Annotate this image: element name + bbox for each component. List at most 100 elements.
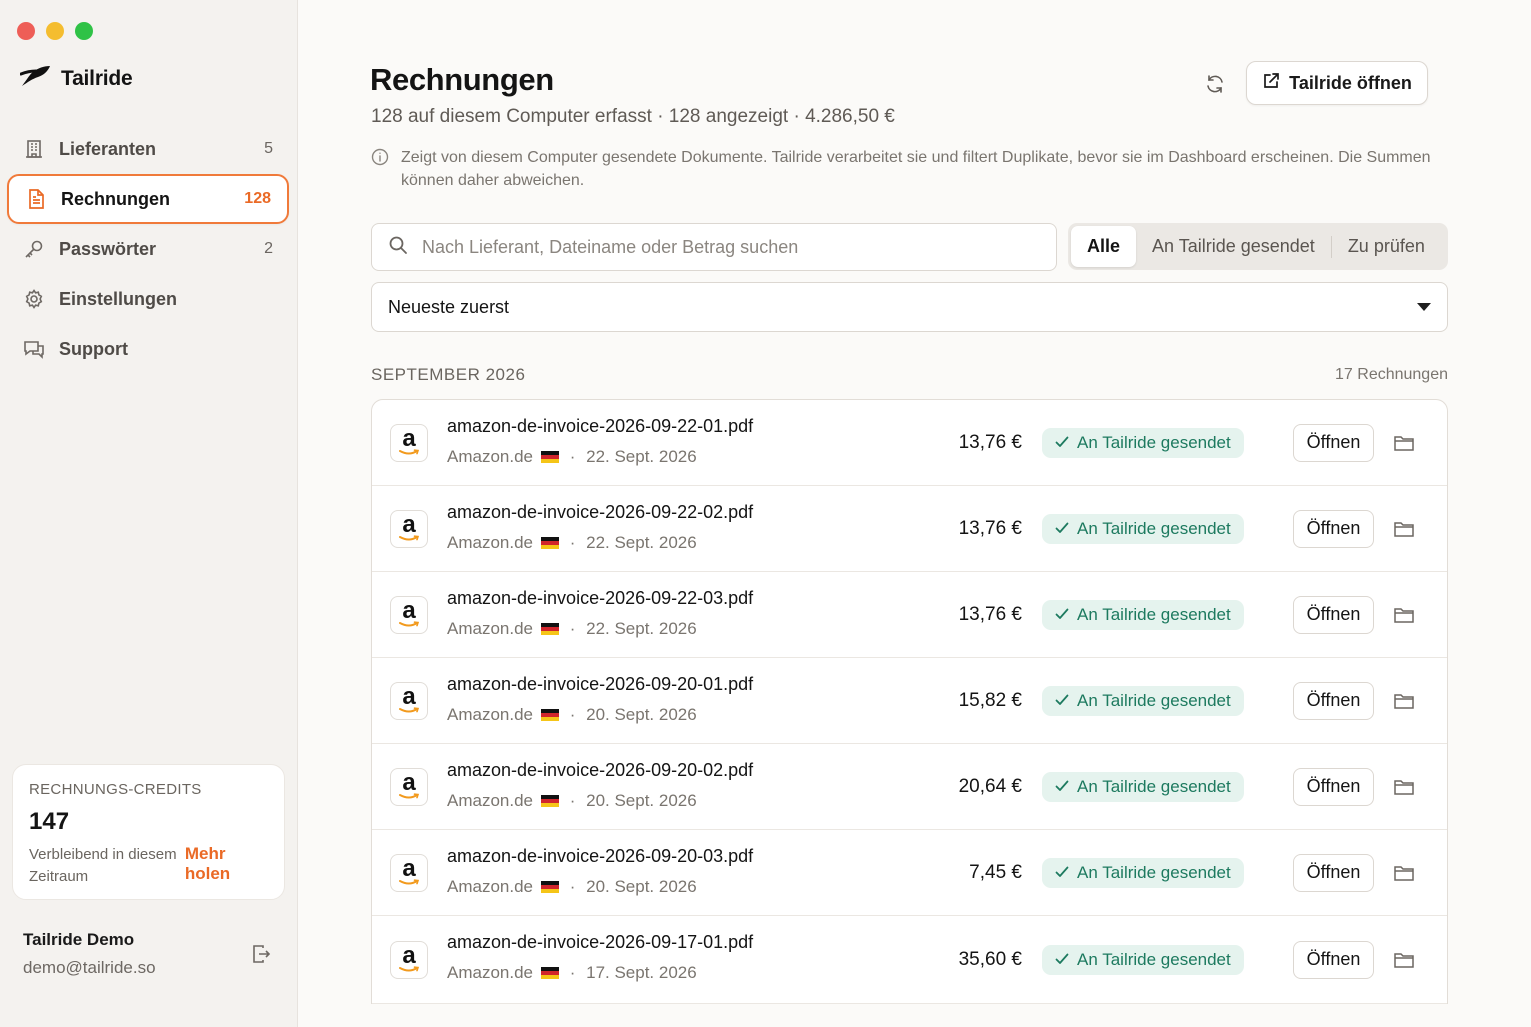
filter-all-tab[interactable]: Alle xyxy=(1071,226,1137,267)
search-input[interactable] xyxy=(422,236,1056,258)
chat-icon xyxy=(23,338,45,360)
folder-icon[interactable] xyxy=(1393,862,1415,884)
invoice-row[interactable]: a amazon-de-invoice-2026-09-22-01.pdf Am… xyxy=(372,400,1447,486)
germany-flag-icon xyxy=(541,709,559,721)
invoice-filename: amazon-de-invoice-2026-09-22-02.pdf xyxy=(447,502,754,522)
folder-icon[interactable] xyxy=(1393,518,1415,540)
key-icon xyxy=(23,238,45,260)
main-content: Rechnungen 128 auf diesem Computer erfas… xyxy=(299,0,1531,1027)
user-name: Tailride Demo xyxy=(23,930,135,949)
folder-icon[interactable] xyxy=(1393,690,1415,712)
status-label: An Tailride gesendet xyxy=(1077,604,1231,624)
open-tailride-label: Tailride öffnen xyxy=(1289,72,1412,93)
app-name: Tailride xyxy=(61,66,133,90)
invoice-vendor: Amazon.de xyxy=(447,877,533,896)
meta-separator: · xyxy=(565,619,581,638)
sidebar-item-rechnungen[interactable]: Rechnungen 128 xyxy=(7,174,289,224)
invoice-row[interactable]: a amazon-de-invoice-2026-09-20-03.pdf Am… xyxy=(372,830,1447,916)
open-invoice-button[interactable]: Öffnen xyxy=(1293,509,1374,548)
refresh-icon[interactable] xyxy=(1201,70,1229,98)
invoice-amount: 15,82 € xyxy=(958,689,1022,711)
invoice-row[interactable]: a amazon-de-invoice-2026-09-17-01.pdf Am… xyxy=(372,916,1447,1004)
checkmark-icon xyxy=(1055,777,1069,797)
page-title: Rechnungen xyxy=(370,62,554,97)
open-tailride-button[interactable]: Tailride öffnen xyxy=(1246,61,1428,105)
checkmark-icon xyxy=(1055,863,1069,883)
open-invoice-button[interactable]: Öffnen xyxy=(1293,940,1374,979)
sidebar-item-count: 128 xyxy=(244,190,271,207)
folder-icon[interactable] xyxy=(1393,604,1415,626)
minimize-window-button[interactable] xyxy=(46,22,64,40)
invoice-date: 20. Sept. 2026 xyxy=(586,791,697,810)
invoice-amount: 7,45 € xyxy=(969,861,1022,883)
invoice-filename: amazon-de-invoice-2026-09-22-03.pdf xyxy=(447,588,754,608)
amazon-logo-icon: a xyxy=(390,940,428,979)
brand: Tailride xyxy=(19,64,133,93)
info-note: Zeigt von diesem Computer gesendete Doku… xyxy=(371,146,1451,192)
invoice-row[interactable]: a amazon-de-invoice-2026-09-22-02.pdf Am… xyxy=(372,486,1447,572)
status-badge: An Tailride gesendet xyxy=(1042,771,1244,802)
sidebar-item-lieferanten[interactable]: Lieferanten 5 xyxy=(7,124,289,174)
user-profile: Tailride Demo demo@tailride.so xyxy=(23,930,273,978)
germany-flag-icon xyxy=(541,967,559,979)
sidebar-item-label: Einstellungen xyxy=(59,288,178,309)
checkmark-icon xyxy=(1055,691,1069,711)
status-label: An Tailride gesendet xyxy=(1077,949,1231,969)
status-badge: An Tailride gesendet xyxy=(1042,513,1244,544)
get-more-credits-link[interactable]: Mehr holen xyxy=(185,844,268,884)
sort-select[interactable]: Neueste zuerst xyxy=(371,282,1448,332)
folder-icon[interactable] xyxy=(1393,432,1415,454)
open-invoice-button[interactable]: Öffnen xyxy=(1293,595,1374,634)
invoice-date: 22. Sept. 2026 xyxy=(586,533,697,552)
sidebar-item-label: Passwörter xyxy=(59,238,157,259)
folder-icon[interactable] xyxy=(1393,776,1415,798)
info-text: Zeigt von diesem Computer gesendete Doku… xyxy=(401,149,1431,189)
sidebar-item-passwoerter[interactable]: Passwörter 2 xyxy=(7,224,289,274)
meta-separator: · xyxy=(565,791,581,810)
filter-review-tab[interactable]: Zu prüfen xyxy=(1332,226,1441,267)
maximize-window-button[interactable] xyxy=(75,22,93,40)
gear-icon xyxy=(23,288,45,310)
checkmark-icon xyxy=(1055,433,1069,453)
status-badge: An Tailride gesendet xyxy=(1042,685,1244,716)
open-invoice-button[interactable]: Öffnen xyxy=(1293,853,1374,892)
amazon-logo-icon: a xyxy=(390,423,428,462)
status-label: An Tailride gesendet xyxy=(1077,690,1231,710)
meta-separator: · xyxy=(565,705,581,724)
invoice-filename: amazon-de-invoice-2026-09-17-01.pdf xyxy=(447,932,754,952)
invoice-amount: 20,64 € xyxy=(958,775,1022,797)
invoice-filename: amazon-de-invoice-2026-09-22-01.pdf xyxy=(447,416,754,436)
invoice-row[interactable]: a amazon-de-invoice-2026-09-20-01.pdf Am… xyxy=(372,658,1447,744)
amazon-logo-icon: a xyxy=(390,509,428,548)
document-icon xyxy=(25,188,47,210)
open-invoice-button[interactable]: Öffnen xyxy=(1293,423,1374,462)
invoice-filename: amazon-de-invoice-2026-09-20-01.pdf xyxy=(447,674,754,694)
close-window-button[interactable] xyxy=(17,22,35,40)
invoice-date: 22. Sept. 2026 xyxy=(586,619,697,638)
amazon-logo-icon: a xyxy=(390,853,428,892)
open-invoice-button[interactable]: Öffnen xyxy=(1293,767,1374,806)
invoice-date: 20. Sept. 2026 xyxy=(586,877,697,896)
sidebar: Tailride Lieferanten 5 Rechnungen 128 Pa… xyxy=(0,0,298,1027)
sidebar-item-support[interactable]: Support xyxy=(7,324,289,374)
section-title: SEPTEMBER 2026 xyxy=(371,365,526,384)
germany-flag-icon xyxy=(541,881,559,893)
germany-flag-icon xyxy=(541,451,559,463)
status-label: An Tailride gesendet xyxy=(1077,862,1231,882)
invoice-list: a amazon-de-invoice-2026-09-22-01.pdf Am… xyxy=(371,399,1448,1004)
sidebar-item-count: 5 xyxy=(264,140,273,157)
invoice-row[interactable]: a amazon-de-invoice-2026-09-22-03.pdf Am… xyxy=(372,572,1447,658)
external-link-icon xyxy=(1262,72,1280,95)
sidebar-item-einstellungen[interactable]: Einstellungen xyxy=(7,274,289,324)
invoice-row[interactable]: a amazon-de-invoice-2026-09-20-02.pdf Am… xyxy=(372,744,1447,830)
invoice-filename: amazon-de-invoice-2026-09-20-02.pdf xyxy=(447,760,754,780)
logout-icon[interactable] xyxy=(251,944,271,969)
invoice-date: 17. Sept. 2026 xyxy=(586,963,697,982)
folder-icon[interactable] xyxy=(1393,949,1415,971)
invoice-amount: 13,76 € xyxy=(958,431,1022,453)
search-field[interactable] xyxy=(371,223,1057,271)
filter-sent-tab[interactable]: An Tailride gesendet xyxy=(1136,226,1331,267)
status-label: An Tailride gesendet xyxy=(1077,432,1231,452)
credits-value: 147 xyxy=(29,808,70,835)
open-invoice-button[interactable]: Öffnen xyxy=(1293,681,1374,720)
